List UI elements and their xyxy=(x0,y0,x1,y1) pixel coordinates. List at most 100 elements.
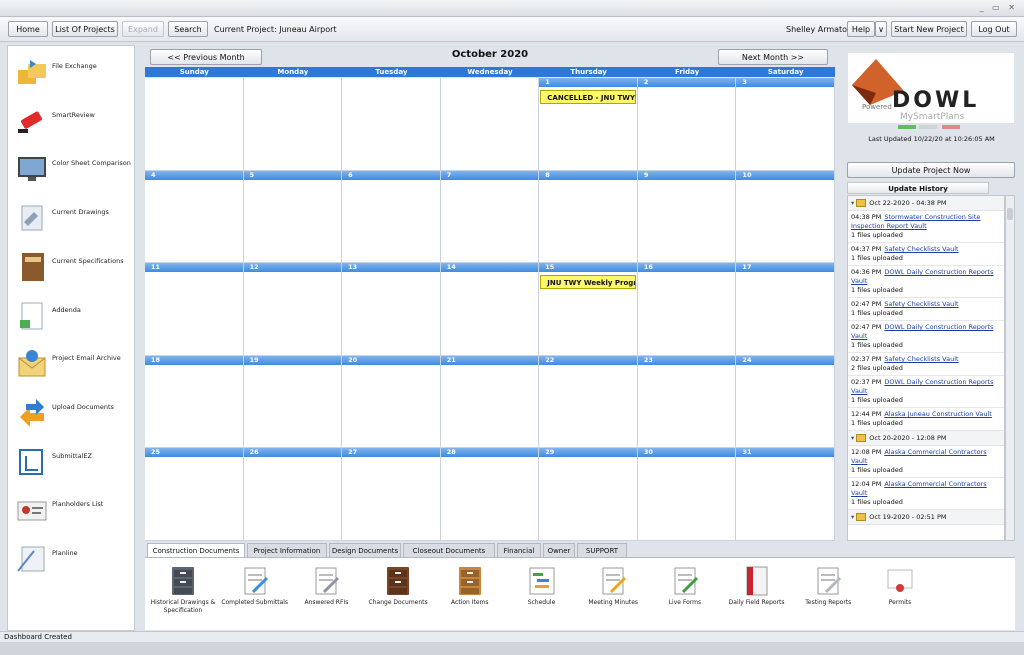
logout-button[interactable]: Log Out xyxy=(971,21,1017,37)
calendar-day-cell[interactable]: 22 xyxy=(539,355,638,449)
calendar-day-cell[interactable]: 17 xyxy=(736,263,835,356)
calendar-day-cell[interactable]: 31 xyxy=(736,448,835,541)
list-projects-button[interactable]: List Of Projects xyxy=(52,21,118,37)
history-date-group[interactable]: ▾ Oct 19-2020 - 02:51 PM xyxy=(848,510,1004,525)
update-project-now-button[interactable]: Update Project Now xyxy=(847,162,1015,178)
doc-shortcut-daily-field-reports[interactable]: Daily Field Reports xyxy=(721,566,793,628)
calendar-event[interactable]: CANCELLED - JNU TWY xyxy=(540,90,636,104)
calendar-day-cell[interactable]: 25 xyxy=(145,448,244,541)
sidebar-item-planline[interactable]: Planline xyxy=(8,537,134,583)
calendar-day-cell[interactable]: 12 xyxy=(243,263,343,356)
chevron-down-icon: ∨ xyxy=(878,25,884,34)
sidebar-item-current-drawings[interactable]: Current Drawings xyxy=(8,196,134,242)
calendar-day-cell[interactable]: 15 JNU TWY Weekly Progr xyxy=(539,263,638,356)
tab-financial[interactable]: Financial xyxy=(497,543,541,557)
calendar-day-cell[interactable]: 9 xyxy=(637,170,737,264)
calendar-day-cell[interactable] xyxy=(145,78,244,171)
tab-support[interactable]: SUPPORT xyxy=(577,543,627,557)
sidebar-item-file-exchange[interactable]: File Exchange xyxy=(8,50,134,96)
calendar-day-cell[interactable]: 23 xyxy=(637,355,737,449)
calendar-day-cell[interactable]: 3 xyxy=(736,78,835,171)
history-scrollbar-thumb[interactable] xyxy=(1007,208,1013,220)
sidebar-item-planholders-list[interactable]: Planholders List xyxy=(8,488,134,534)
history-note: 1 files uploaded xyxy=(851,396,903,404)
history-vault-link[interactable]: Safety Checklists Vault xyxy=(884,355,958,363)
doc-shortcut-schedule[interactable]: Schedule xyxy=(506,566,578,628)
calendar-day-cell[interactable]: 27 xyxy=(342,448,441,541)
history-date-group[interactable]: ▾ Oct 22-2020 - 04:38 PM xyxy=(848,196,1004,211)
day-header-thursday: Thursday xyxy=(539,67,638,77)
tab-closeout-documents[interactable]: Closeout Documents xyxy=(403,543,495,557)
sidebar-item-upload-documents[interactable]: Upload Documents xyxy=(8,391,134,437)
doc-shortcut-meeting-minutes[interactable]: Meeting Minutes xyxy=(577,566,649,628)
calendar-day-cell[interactable]: 30 xyxy=(637,448,737,541)
calendar-day-cell[interactable]: 10 xyxy=(736,170,835,264)
next-month-button[interactable]: Next Month >> xyxy=(718,49,828,65)
doc-shortcut-change-documents[interactable]: Change Documents xyxy=(362,566,434,628)
calendar-day-cell[interactable]: 13 xyxy=(342,263,441,356)
day-number: 12 xyxy=(243,263,342,273)
doc-shortcut-answered-rfis[interactable]: Answered RFIs xyxy=(290,566,362,628)
history-entry: 04:37 PM Safety Checklists Vault 1 files u… xyxy=(848,243,1004,266)
calendar-day-cell[interactable] xyxy=(440,78,540,171)
sidebar-item-submittalez[interactable]: SubmittalEZ xyxy=(8,440,134,486)
calendar-day-cell[interactable]: 28 xyxy=(440,448,540,541)
history-note: 1 files uploaded xyxy=(851,498,903,506)
day-number: 25 xyxy=(145,448,243,458)
update-history-list[interactable]: ▾ Oct 22-2020 - 04:38 PM 04:38 PM Stormwate… xyxy=(847,195,1005,541)
calendar-day-cell[interactable]: 4 xyxy=(145,170,244,264)
tab-owner[interactable]: Owner xyxy=(543,543,575,557)
calendar-day-cell[interactable]: 6 xyxy=(342,170,441,264)
help-button[interactable]: Help xyxy=(847,21,875,37)
sidebar-item-color-sheet-comparison[interactable]: Color Sheet Comparison xyxy=(8,147,134,193)
calendar-day-cell[interactable]: 14 xyxy=(440,263,540,356)
window-controls[interactable]: _ ▭ ✕ xyxy=(980,3,1018,12)
calendar-day-cell[interactable] xyxy=(342,78,441,171)
calendar-day-cell[interactable]: 16 xyxy=(637,263,737,356)
history-date-group[interactable]: ▾ Oct 20-2020 - 12:08 PM xyxy=(848,431,1004,446)
tab-project-information[interactable]: Project Information xyxy=(247,543,327,557)
sidebar-item-project-email-archive[interactable]: Project Email Archive xyxy=(8,342,134,388)
doc-shortcut-live-forms[interactable]: Live Forms xyxy=(649,566,721,628)
doc-shortcut-testing-reports[interactable]: Testing Reports xyxy=(792,566,864,628)
tab-construction-documents[interactable]: Construction Documents xyxy=(147,543,245,557)
calendar-day-cell[interactable]: 20 xyxy=(342,355,441,449)
sidebar-item-addenda[interactable]: Addenda xyxy=(8,294,134,340)
doc-shortcut-action-items[interactable]: Action Items xyxy=(434,566,506,628)
previous-month-button[interactable]: << Previous Month xyxy=(150,49,262,65)
calendar-day-cell[interactable]: 7 xyxy=(440,170,540,264)
home-button[interactable]: Home xyxy=(8,21,48,37)
calendar-day-cell[interactable]: 21 xyxy=(440,355,540,449)
chevron-down-icon[interactable]: ▾ xyxy=(851,199,854,207)
history-scrollbar[interactable] xyxy=(1005,195,1015,541)
expand-button[interactable]: Expand xyxy=(122,21,164,37)
calendar-day-cell[interactable]: 29 xyxy=(539,448,638,541)
chevron-down-icon[interactable]: ▾ xyxy=(851,434,854,442)
search-button[interactable]: Search xyxy=(168,21,208,37)
calendar-day-cell[interactable]: 5 xyxy=(243,170,343,264)
history-vault-link[interactable]: Safety Checklists Vault xyxy=(884,300,958,308)
bottom-strip xyxy=(0,642,1024,655)
doc-shortcut-permits[interactable]: Permits xyxy=(864,566,936,628)
history-vault-link[interactable]: Safety Checklists Vault xyxy=(884,245,958,253)
doc-shortcut-completed-submittals[interactable]: Completed Submittals xyxy=(219,566,291,628)
calendar-day-cell[interactable]: 11 xyxy=(145,263,244,356)
calendar-day-cell[interactable]: 8 xyxy=(539,170,638,264)
calendar-day-cell[interactable]: 18 xyxy=(145,355,244,449)
chevron-down-icon[interactable]: ▾ xyxy=(851,513,854,521)
help-dropdown-caret[interactable]: ∨ xyxy=(875,21,887,37)
calendar-day-cell[interactable]: 1 CANCELLED - JNU TWY xyxy=(539,78,638,171)
sidebar-item-current-specifications[interactable]: Current Specifications xyxy=(8,245,134,291)
doc-shortcut-historical-drawings-specification[interactable]: Historical Drawings & Specification xyxy=(147,566,219,628)
calendar-day-cell[interactable]: 26 xyxy=(243,448,343,541)
calendar-day-cell[interactable]: 24 xyxy=(736,355,835,449)
calendar-day-cell[interactable]: 2 xyxy=(637,78,737,171)
calendar-day-cell[interactable] xyxy=(243,78,343,171)
calendar-event[interactable]: JNU TWY Weekly Progr xyxy=(540,275,636,290)
sidebar-item-smartreview[interactable]: SmartReview xyxy=(8,99,134,145)
calendar-day-cell[interactable]: 19 xyxy=(243,355,343,449)
email-envelope-icon xyxy=(16,348,48,380)
history-vault-link[interactable]: Alaska Juneau Construction Vault xyxy=(884,410,992,418)
tab-design-documents[interactable]: Design Documents xyxy=(329,543,401,557)
start-new-project-button[interactable]: Start New Project xyxy=(891,21,967,37)
